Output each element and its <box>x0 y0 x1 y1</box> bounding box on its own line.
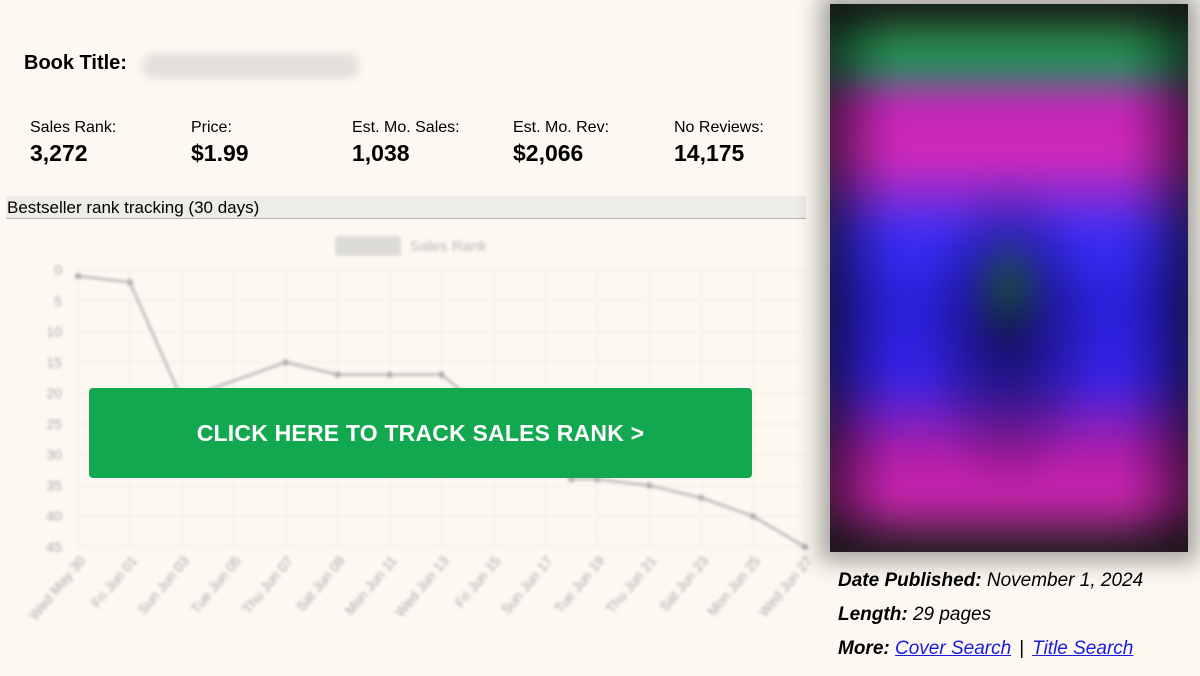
series-point <box>334 371 341 378</box>
track-sales-rank-button[interactable]: CLICK HERE TO TRACK SALES RANK > <box>89 388 752 478</box>
cover-search-link[interactable]: Cover Search <box>895 638 1011 659</box>
stat-value: 3,272 <box>30 140 88 166</box>
stat-label: Sales Rank: <box>30 119 117 136</box>
x-tick-label: Mon Jun 11 <box>341 552 400 618</box>
y-tick-label: 40 <box>46 508 62 524</box>
stat-price: Price: $1.99 <box>191 118 351 168</box>
series-point <box>802 544 808 550</box>
date-published-label: Date Published: <box>838 570 982 591</box>
y-tick-label: 35 <box>46 477 62 493</box>
meta-more-row: More: Cover Search | Title Search <box>838 632 1143 666</box>
rank-tracking-header: Bestseller rank tracking (30 days) <box>6 196 806 219</box>
stat-label: Est. Mo. Sales: <box>352 119 460 136</box>
x-tick-label: Fri Jun 15 <box>451 552 503 610</box>
x-tick-label: Tue Jun 05 <box>187 552 244 616</box>
book-meta: Date Published: November 1, 2024 Length:… <box>838 564 1143 666</box>
y-tick-label: 15 <box>46 354 62 370</box>
title-search-link[interactable]: Title Search <box>1032 638 1133 659</box>
stat-label: Price: <box>191 119 232 136</box>
series-point <box>438 371 445 378</box>
stat-est-mo-sales: Est. Mo. Sales: 1,038 <box>352 118 512 168</box>
y-tick-label: 10 <box>46 324 62 340</box>
x-tick-label: Sun Jun 17 <box>498 552 556 617</box>
date-published-value: November 1, 2024 <box>986 570 1144 591</box>
stat-no-reviews: No Reviews: 14,175 <box>674 118 834 168</box>
x-tick-label: Wed May 30 <box>26 552 89 622</box>
stat-label: Est. Mo. Rev: <box>513 119 610 136</box>
link-separator: | <box>1019 638 1025 659</box>
legend-swatch <box>335 236 401 256</box>
x-tick-label: Sat Jun 09 <box>293 552 348 614</box>
series-point <box>75 273 81 280</box>
x-tick-label: Wed Jun 27 <box>755 552 815 619</box>
series-point <box>386 371 393 378</box>
book-title-label: Book Title: <box>24 52 127 74</box>
x-tick-label: Thu Jun 07 <box>239 552 296 616</box>
x-tick-label: Sat Jun 23 <box>656 552 711 614</box>
stat-sales-rank: Sales Rank: 3,272 <box>30 118 190 168</box>
y-tick-label: 45 <box>46 539 62 555</box>
stat-label: No Reviews: <box>674 119 764 136</box>
y-tick-label: 30 <box>46 447 62 463</box>
meta-length-row: Length: 29 pages <box>838 598 1143 632</box>
length-value: 29 pages <box>912 604 992 625</box>
cover-shading <box>830 4 1188 552</box>
series-point <box>126 279 133 286</box>
length-label: Length: <box>838 604 908 625</box>
y-tick-label: 25 <box>46 416 62 432</box>
book-title-redacted <box>142 53 360 79</box>
x-tick-label: Sun Jun 03 <box>134 552 192 617</box>
stat-value: $1.99 <box>191 140 249 166</box>
stat-est-mo-rev: Est. Mo. Rev: $2,066 <box>513 118 673 168</box>
book-cover-image <box>830 4 1188 552</box>
x-tick-label: Thu Jun 21 <box>602 552 659 616</box>
stat-value: $2,066 <box>513 140 584 166</box>
more-label: More: <box>838 638 890 659</box>
series-point <box>750 513 757 520</box>
stat-value: 1,038 <box>352 140 410 166</box>
x-tick-label: Tue Jun 19 <box>551 552 608 616</box>
series-point <box>282 359 289 366</box>
series-point <box>646 482 653 489</box>
stat-value: 14,175 <box>674 140 745 166</box>
legend-label: Sales Rank <box>410 238 487 255</box>
y-tick-label: 5 <box>54 293 62 309</box>
series-point <box>698 494 705 501</box>
x-tick-label: Wed Jun 13 <box>392 552 452 619</box>
y-tick-label: 0 <box>54 262 62 278</box>
meta-date-row: Date Published: November 1, 2024 <box>838 564 1143 598</box>
x-tick-label: Fri Jun 01 <box>88 552 140 610</box>
y-tick-label: 20 <box>46 385 62 401</box>
